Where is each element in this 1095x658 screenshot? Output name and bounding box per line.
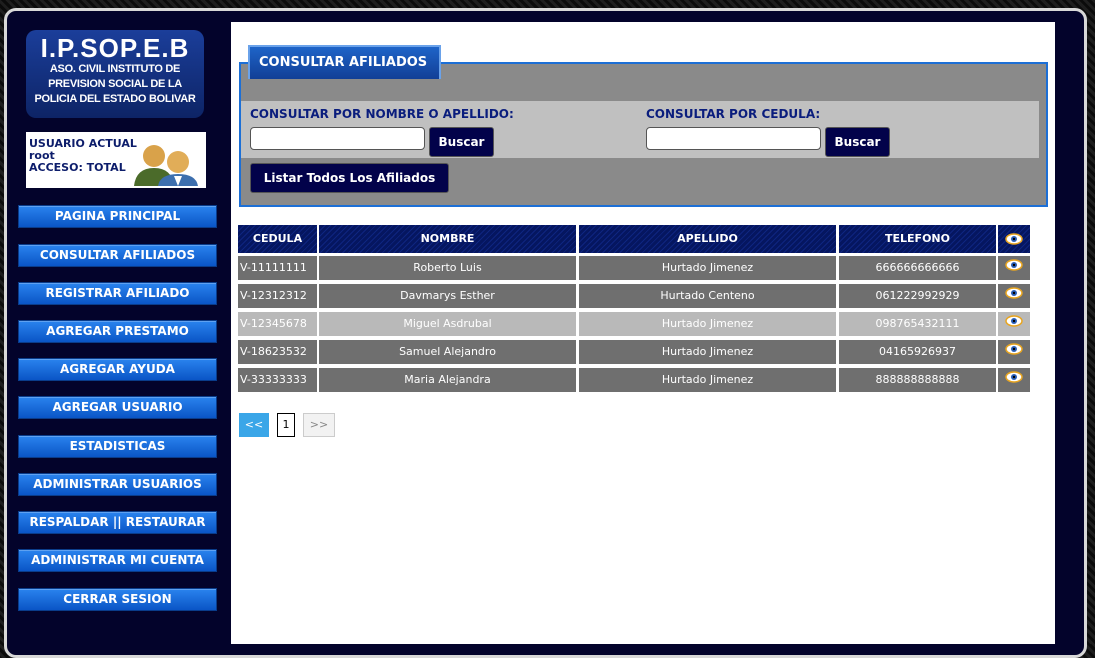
nav-pagina-principal[interactable]: PAGINA PRINCIPAL (18, 205, 217, 228)
pager-page-1[interactable]: 1 (277, 413, 295, 437)
view-affiliate-button[interactable] (998, 256, 1030, 280)
nav-agregar-usuario[interactable]: AGREGAR USUARIO (18, 396, 217, 419)
table-cell-apellido: Hurtado Jimenez (579, 312, 836, 336)
table-cell-nombre: Maria Alejandra (319, 368, 576, 392)
eye-icon (1005, 371, 1023, 383)
table-cell-nombre: Davmarys Esther (319, 284, 576, 308)
list-all-button[interactable]: Listar Todos Los Afiliados (250, 163, 449, 193)
col-header-telefono[interactable]: TELEFONO (839, 225, 996, 253)
eye-icon (1005, 343, 1023, 355)
table-cell-telefono: 04165926937 (839, 340, 996, 364)
table-cell-telefono: 888888888888 (839, 368, 996, 392)
nav-agregar-ayuda[interactable]: AGREGAR AYUDA (18, 358, 217, 381)
user-access: ACCESO: TOTAL (29, 161, 126, 174)
table-cell-apellido: Hurtado Jimenez (579, 340, 836, 364)
view-affiliate-button[interactable] (998, 340, 1030, 364)
view-affiliate-button[interactable] (998, 312, 1030, 336)
col-header-apellido[interactable]: APELLIDO (579, 225, 836, 253)
eye-icon (1005, 287, 1023, 299)
nav-agregar-prestamo[interactable]: AGREGAR PRESTAMO (18, 320, 217, 343)
search-name-button[interactable]: Buscar (429, 127, 494, 157)
nav-administrar-usuarios[interactable]: ADMINISTRAR USUARIOS (18, 473, 217, 496)
table-cell-cedula: V-12345678 (238, 312, 317, 336)
search-panel-title: CONSULTAR AFILIADOS (248, 45, 441, 79)
table-cell-cedula: V-18623532 (238, 340, 317, 364)
table-cell-nombre: Miguel Asdrubal (319, 312, 576, 336)
search-name-label: CONSULTAR POR NOMBRE O APELLIDO: (250, 107, 514, 121)
logo: I.P.SOP.E.B ASO. CIVIL INSTITUTO DE PREV… (26, 30, 204, 118)
nav-consultar-afiliados[interactable]: CONSULTAR AFILIADOS (18, 244, 217, 267)
search-id-label: CONSULTAR POR CEDULA: (646, 107, 821, 121)
current-user-box: USUARIO ACTUAL root ACCESO: TOTAL (26, 132, 206, 188)
table-cell-cedula: V-12312312 (238, 284, 317, 308)
table-cell-telefono: 666666666666 (839, 256, 996, 280)
nav-administrar-mi-cuenta[interactable]: ADMINISTRAR MI CUENTA (18, 549, 217, 572)
col-header-cedula[interactable]: CEDULA (238, 225, 317, 253)
logo-line: ASO. CIVIL INSTITUTO DE (49, 63, 181, 75)
nav-cerrar-sesion[interactable]: CERRAR SESION (18, 588, 217, 611)
logo-line: PREVISION SOCIAL DE LA (48, 78, 182, 90)
nav-registrar-afiliado[interactable]: REGISTRAR AFILIADO (18, 282, 217, 305)
user-label: USUARIO ACTUAL (29, 137, 137, 150)
eye-icon (1005, 233, 1023, 245)
table-cell-nombre: Samuel Alejandro (319, 340, 576, 364)
table-cell-cedula: V-11111111 (238, 256, 317, 280)
search-name-input[interactable] (250, 127, 425, 150)
col-header-nombre[interactable]: NOMBRE (319, 225, 576, 253)
table-cell-apellido: Hurtado Centeno (579, 284, 836, 308)
search-id-button[interactable]: Buscar (825, 127, 890, 157)
view-affiliate-button[interactable] (998, 284, 1030, 308)
pager-prev[interactable]: << (239, 413, 269, 437)
pager-next[interactable]: >> (303, 413, 335, 437)
view-affiliate-button[interactable] (998, 368, 1030, 392)
table-cell-nombre: Roberto Luis (319, 256, 576, 280)
table-cell-cedula: V-33333333 (238, 368, 317, 392)
eye-icon (1005, 315, 1023, 327)
table-cell-telefono: 098765432111 (839, 312, 996, 336)
logo-title: I.P.SOP.E.B (40, 33, 190, 63)
table-cell-apellido: Hurtado Jimenez (579, 256, 836, 280)
table-cell-apellido: Hurtado Jimenez (579, 368, 836, 392)
nav-respaldar-restaurar[interactable]: RESPALDAR || RESTAURAR (18, 511, 217, 534)
nav-estadisticas[interactable]: ESTADISTICAS (18, 435, 217, 458)
search-id-input[interactable] (646, 127, 821, 150)
logo-line: POLICIA DEL ESTADO BOLIVAR (34, 93, 196, 105)
table-cell-telefono: 061222992929 (839, 284, 996, 308)
col-header-view (998, 225, 1030, 253)
eye-icon (1005, 259, 1023, 271)
